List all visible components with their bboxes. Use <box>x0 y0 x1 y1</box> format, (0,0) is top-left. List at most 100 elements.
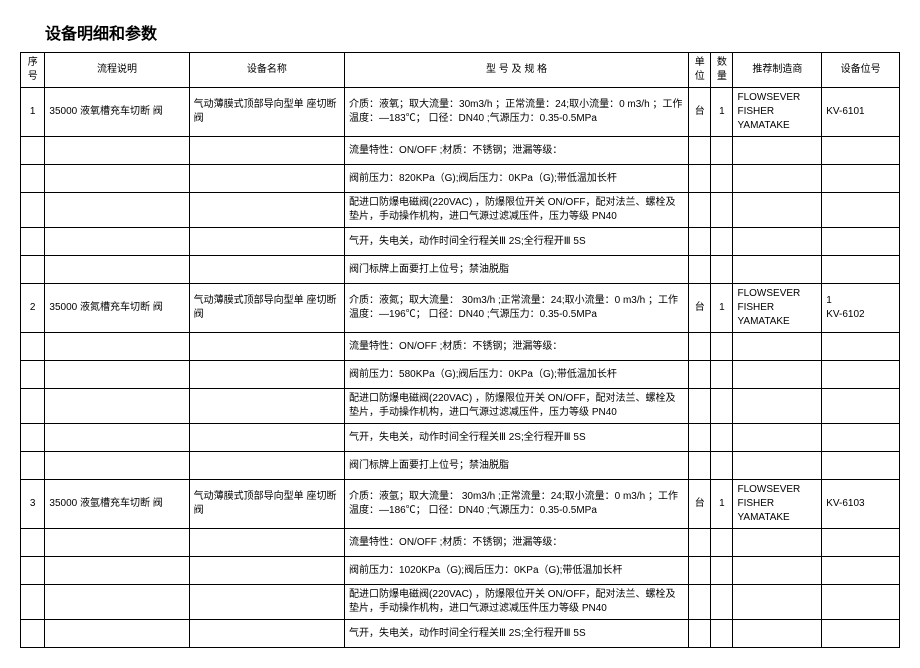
cell-name <box>189 333 344 361</box>
cell-qty <box>711 137 733 165</box>
cell-qty <box>711 389 733 424</box>
cell-proc: 35000 液氧槽充车切断 阀 <box>45 88 189 137</box>
cell-mfr <box>733 424 822 452</box>
table-row: 135000 液氧槽充车切断 阀气动薄膜式顶部导向型单 座切断阀介质：液氧；取大… <box>21 88 900 137</box>
cell-spec: 介质：液氩；取大流量： 30m3/h ;正常流量：24;取小流量：0 m3/h … <box>345 480 689 529</box>
cell-name <box>189 165 344 193</box>
cell-unit <box>689 424 711 452</box>
cell-qty <box>711 557 733 585</box>
cell-spec: 气开，失电关，动作时间全行程关Ⅲ 2S;全行程开Ⅲ 5S <box>345 228 689 256</box>
table-row: 配进口防爆电磁阀(220VAC) ，防爆限位开关 ON/OFF，配对法兰、螺栓及… <box>21 389 900 424</box>
cell-proc <box>45 529 189 557</box>
cell-name: 气动薄膜式顶部导向型单 座切断阀 <box>189 284 344 333</box>
cell-unit <box>689 361 711 389</box>
cell-proc <box>45 333 189 361</box>
cell-pos <box>822 361 900 389</box>
table-row: 流量特性：ON/OFF ;材质：不锈钢；泄漏等级： <box>21 137 900 165</box>
cell-qty <box>711 620 733 648</box>
cell-spec: 阀前压力：820KPa（G);阀后压力：0KPa（G);带低温加长杆 <box>345 165 689 193</box>
cell-mfr: FLOWSEVER FISHER YAMATAKE <box>733 284 822 333</box>
cell-qty: 1 <box>711 480 733 529</box>
cell-qty <box>711 452 733 480</box>
cell-mfr <box>733 620 822 648</box>
cell-proc: 35000 液氮槽充车切断 阀 <box>45 284 189 333</box>
cell-pos <box>822 137 900 165</box>
cell-mfr <box>733 557 822 585</box>
cell-name <box>189 620 344 648</box>
col-spec: 型 号 及 规 格 <box>345 53 689 88</box>
col-proc: 流程说明 <box>45 53 189 88</box>
table-row: 气开，失电关，动作时间全行程关Ⅲ 2S;全行程开Ⅲ 5S <box>21 424 900 452</box>
cell-unit <box>689 333 711 361</box>
cell-name <box>189 137 344 165</box>
cell-qty <box>711 256 733 284</box>
table-row: 气开，失电关，动作时间全行程关Ⅲ 2S;全行程开Ⅲ 5S <box>21 228 900 256</box>
cell-seq <box>21 585 45 620</box>
cell-spec: 配进口防爆电磁阀(220VAC) ，防爆限位开关 ON/OFF，配对法兰、螺栓及… <box>345 193 689 228</box>
cell-mfr <box>733 585 822 620</box>
cell-name: 气动薄膜式顶部导向型单 座切断阀 <box>189 88 344 137</box>
cell-pos <box>822 165 900 193</box>
cell-seq: 1 <box>21 88 45 137</box>
cell-seq <box>21 557 45 585</box>
cell-seq <box>21 256 45 284</box>
cell-spec: 阀前压力：1020KPa（G);阀后压力：0KPa（G);带低温加长杆 <box>345 557 689 585</box>
table-row: 阀前压力：580KPa（G);阀后压力：0KPa（G);带低温加长杆 <box>21 361 900 389</box>
col-pos: 设备位号 <box>822 53 900 88</box>
cell-name <box>189 452 344 480</box>
cell-mfr <box>733 452 822 480</box>
cell-pos <box>822 389 900 424</box>
cell-qty <box>711 165 733 193</box>
cell-name <box>189 424 344 452</box>
cell-mfr <box>733 529 822 557</box>
table-row: 阀门标牌上面要打上位号；禁油脱脂 <box>21 256 900 284</box>
cell-proc: 35000 液氩槽充车切断 阀 <box>45 480 189 529</box>
cell-seq <box>21 361 45 389</box>
cell-proc <box>45 620 189 648</box>
cell-spec: 气开，失电关，动作时间全行程关Ⅲ 2S;全行程开Ⅲ 5S <box>345 620 689 648</box>
table-row: 配进口防爆电磁阀(220VAC) ，防爆限位开关 ON/OFF，配对法兰、螺栓及… <box>21 193 900 228</box>
cell-mfr: FLOWSEVER FISHER YAMATAKE <box>733 88 822 137</box>
table-row: 流量特性：ON/OFF ;材质：不锈钢；泄漏等级： <box>21 333 900 361</box>
cell-pos <box>822 620 900 648</box>
cell-unit <box>689 557 711 585</box>
cell-proc <box>45 256 189 284</box>
cell-proc <box>45 228 189 256</box>
cell-qty <box>711 529 733 557</box>
cell-spec: 配进口防爆电磁阀(220VAC) ，防爆限位开关 ON/OFF，配对法兰、螺栓及… <box>345 389 689 424</box>
cell-pos: 1KV-6102 <box>822 284 900 333</box>
cell-unit <box>689 389 711 424</box>
cell-name <box>189 228 344 256</box>
cell-proc <box>45 193 189 228</box>
cell-seq <box>21 452 45 480</box>
table-row: 阀前压力：1020KPa（G);阀后压力：0KPa（G);带低温加长杆 <box>21 557 900 585</box>
cell-unit <box>689 193 711 228</box>
cell-name <box>189 585 344 620</box>
cell-qty <box>711 424 733 452</box>
cell-spec: 介质：液氧；取大流量：30m3/h ；正常流量：24;取小流量：0 m3/h ；… <box>345 88 689 137</box>
cell-spec: 流量特性：ON/OFF ;材质：不锈钢；泄漏等级： <box>345 137 689 165</box>
cell-seq: 3 <box>21 480 45 529</box>
cell-name: 气动薄膜式顶部导向型单 座切断阀 <box>189 480 344 529</box>
cell-pos <box>822 193 900 228</box>
cell-name <box>189 361 344 389</box>
cell-seq <box>21 228 45 256</box>
cell-pos <box>822 557 900 585</box>
cell-seq <box>21 165 45 193</box>
cell-qty <box>711 333 733 361</box>
cell-pos <box>822 529 900 557</box>
cell-proc <box>45 557 189 585</box>
cell-pos <box>822 424 900 452</box>
cell-name <box>189 557 344 585</box>
table-header-row: 序号 流程说明 设备名称 型 号 及 规 格 单位 数量 推荐制造商 设备位号 <box>21 53 900 88</box>
cell-mfr <box>733 333 822 361</box>
table-row: 阀门标牌上面要打上位号；禁油脱脂 <box>21 452 900 480</box>
table-row: 阀前压力：820KPa（G);阀后压力：0KPa（G);带低温加长杆 <box>21 165 900 193</box>
cell-spec: 气开，失电关，动作时间全行程关Ⅲ 2S;全行程开Ⅲ 5S <box>345 424 689 452</box>
col-seq: 序号 <box>21 53 45 88</box>
cell-unit <box>689 228 711 256</box>
cell-spec: 阀门标牌上面要打上位号；禁油脱脂 <box>345 256 689 284</box>
table-row: 气开，失电关，动作时间全行程关Ⅲ 2S;全行程开Ⅲ 5S <box>21 620 900 648</box>
cell-unit <box>689 165 711 193</box>
cell-seq <box>21 389 45 424</box>
